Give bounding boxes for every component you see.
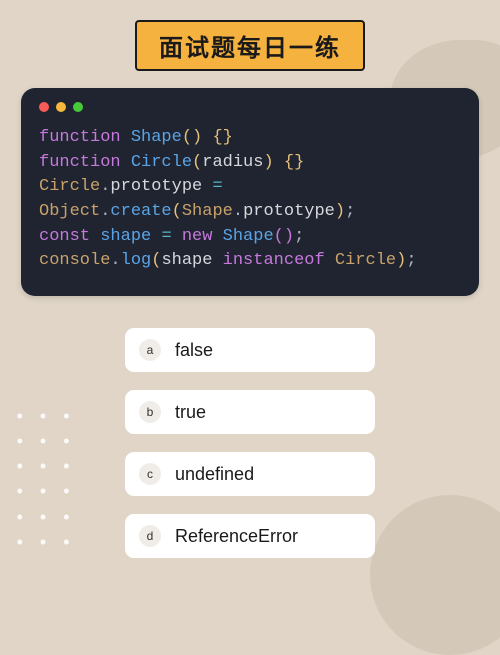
window-controls	[39, 102, 461, 112]
page-title-banner: 面试题每日一练	[135, 20, 365, 71]
option-label: ReferenceError	[175, 526, 298, 547]
code-card: function Shape() {} function Circle(radi…	[21, 88, 479, 296]
page-title: 面试题每日一练	[159, 35, 341, 62]
option-letter: a	[139, 339, 161, 361]
maximize-icon	[73, 102, 83, 112]
option-c[interactable]: c undefined	[125, 452, 375, 496]
option-b[interactable]: b true	[125, 390, 375, 434]
option-letter: d	[139, 525, 161, 547]
background-dot-pattern: • • • • • • • • • • • • • • • • • • • • …	[0, 404, 76, 555]
option-label: false	[175, 340, 213, 361]
minimize-icon	[56, 102, 66, 112]
option-label: true	[175, 402, 206, 423]
background-blob-bottom	[370, 495, 500, 655]
code-snippet: function Shape() {} function Circle(radi…	[39, 126, 461, 274]
option-letter: c	[139, 463, 161, 485]
answer-options: a false b true c undefined d ReferenceEr…	[125, 328, 375, 558]
option-d[interactable]: d ReferenceError	[125, 514, 375, 558]
option-letter: b	[139, 401, 161, 423]
option-a[interactable]: a false	[125, 328, 375, 372]
option-label: undefined	[175, 464, 254, 485]
close-icon	[39, 102, 49, 112]
